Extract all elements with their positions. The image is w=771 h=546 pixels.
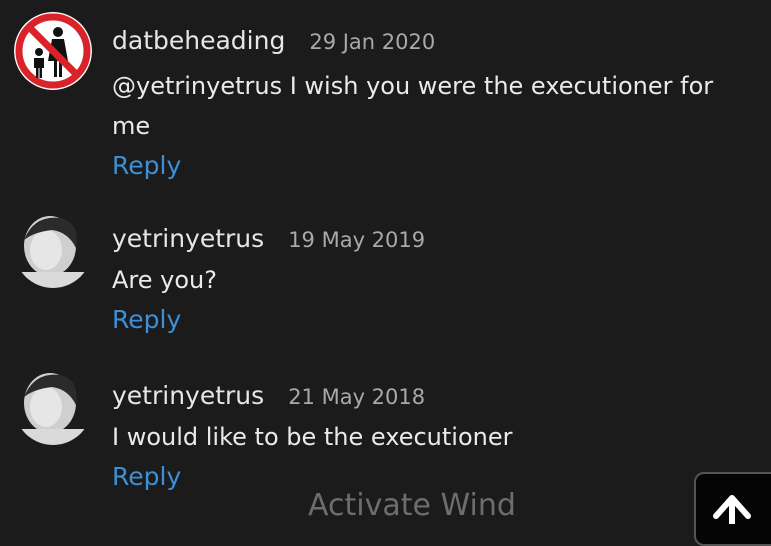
profile-photo [14,367,92,445]
reply-button[interactable]: Reply [112,146,181,186]
profile-photo [14,210,92,288]
comment-date: 29 Jan 2020 [309,30,436,54]
reply-button[interactable]: Reply [112,300,181,340]
avatar[interactable] [14,210,92,288]
reply-button[interactable]: Reply [112,457,181,497]
activate-windows-watermark: Activate Wind [308,488,516,523]
arrow-up-icon [713,495,751,524]
comment-date: 19 May 2019 [288,228,426,252]
comment-text: @yetrinyetrus I wish you were the execut… [112,72,714,140]
comment-text: I would like to be the executioner [112,423,513,451]
comment-username[interactable]: yetrinyetrus [112,381,264,410]
no-children-sign-icon [14,12,92,90]
avatar[interactable] [14,367,92,445]
comment-username[interactable]: yetrinyetrus [112,224,264,253]
comment-username[interactable]: datbeheading [112,26,285,55]
scroll-to-top-button[interactable] [694,472,771,546]
comment-date: 21 May 2018 [288,385,426,409]
avatar[interactable] [14,12,92,90]
comment-text: Are you? [112,266,217,294]
